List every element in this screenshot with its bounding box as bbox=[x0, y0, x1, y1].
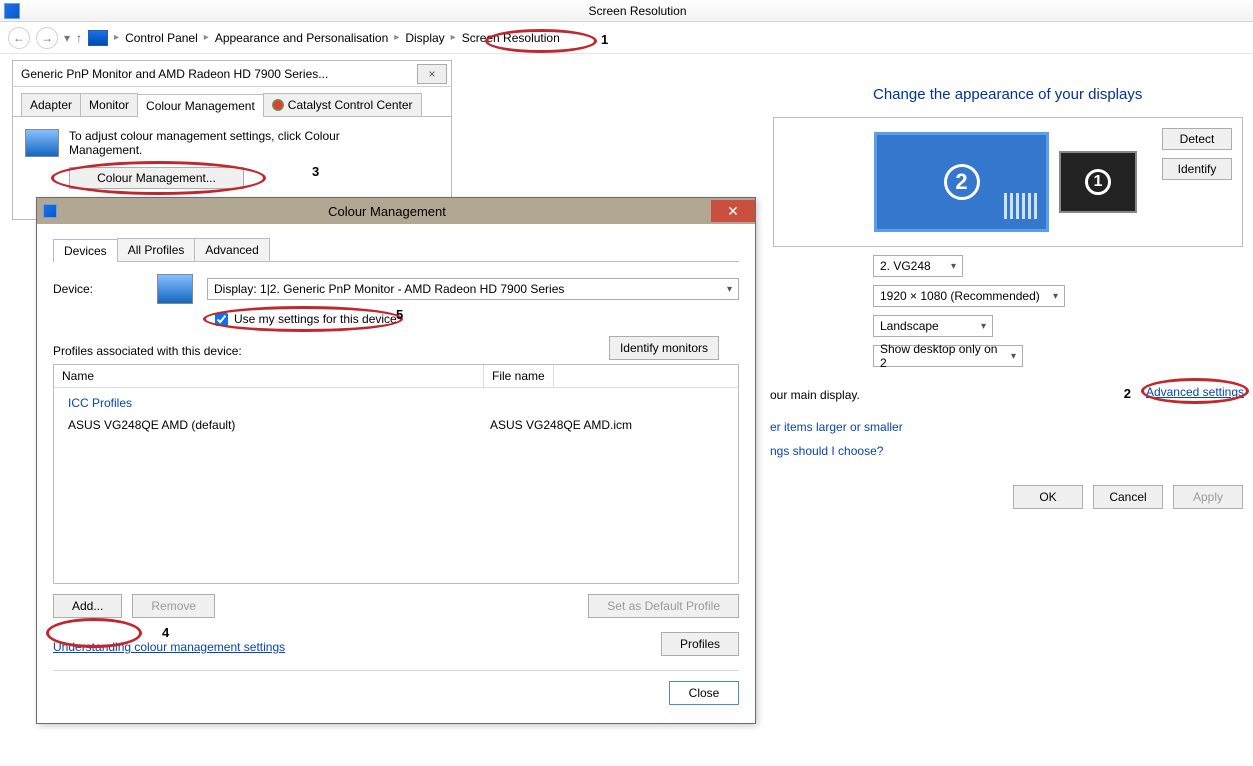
properties-title-text: Generic PnP Monitor and AMD Radeon HD 79… bbox=[21, 67, 417, 81]
add-button[interactable]: Add... bbox=[53, 594, 122, 618]
profiles-table[interactable]: Name File name ICC Profiles ASUS VG248QE… bbox=[53, 364, 739, 584]
remove-button: Remove bbox=[132, 594, 215, 618]
tab-adapter[interactable]: Adapter bbox=[21, 93, 81, 116]
crumb-appearance[interactable]: Appearance and Personalisation bbox=[215, 31, 388, 45]
chevron-icon: ▸ bbox=[204, 32, 209, 43]
forward-button[interactable]: → bbox=[36, 27, 58, 49]
tab-all-profiles[interactable]: All Profiles bbox=[117, 238, 196, 261]
annotation-3: 3 bbox=[312, 164, 319, 179]
advanced-settings-link[interactable]: Advanced settings bbox=[1146, 385, 1244, 399]
tab-catalyst[interactable]: Catalyst Control Center bbox=[263, 93, 422, 116]
monitor-thumbnail-2[interactable]: 2 bbox=[874, 132, 1049, 232]
properties-titlebar[interactable]: Generic PnP Monitor and AMD Radeon HD 79… bbox=[13, 61, 451, 87]
crumb-screen-resolution[interactable]: Screen Resolution bbox=[462, 31, 560, 45]
apply-button: Apply bbox=[1173, 485, 1243, 509]
device-label: Device: bbox=[53, 282, 143, 296]
properties-tabs: Adapter Monitor Colour Management Cataly… bbox=[13, 87, 451, 117]
tab-advanced[interactable]: Advanced bbox=[194, 238, 269, 261]
display-select[interactable]: 2. VG248 bbox=[873, 255, 963, 277]
annotation-1: 1 bbox=[601, 32, 608, 47]
annotation-4: 4 bbox=[162, 625, 169, 640]
cm-title-icon bbox=[43, 204, 57, 218]
use-my-settings-label: Use my settings for this device bbox=[234, 312, 397, 326]
identify-monitors-button[interactable]: Identify monitors bbox=[609, 336, 719, 360]
crumb-control-panel[interactable]: Control Panel bbox=[125, 31, 198, 45]
col-name[interactable]: Name bbox=[54, 365, 484, 387]
cm-tabs: Devices All Profiles Advanced bbox=[53, 238, 739, 262]
explorer-icon[interactable] bbox=[88, 30, 108, 46]
understanding-link[interactable]: Understanding colour management settings bbox=[53, 640, 285, 654]
back-button[interactable]: ← bbox=[8, 27, 30, 49]
truncated-main-display-text: our main display. bbox=[770, 388, 860, 402]
link-what-settings[interactable]: ngs should I choose? bbox=[770, 444, 883, 458]
device-icon bbox=[157, 274, 193, 304]
chevron-icon: ▸ bbox=[114, 32, 119, 43]
annotation-5: 5 bbox=[396, 307, 403, 322]
close-button[interactable]: Close bbox=[669, 681, 739, 705]
chevron-icon: ▸ bbox=[451, 32, 456, 43]
multiple-displays-select[interactable]: Show desktop only on 2 bbox=[873, 345, 1023, 367]
colour-management-dialog: Colour Management ✕ Devices All Profiles… bbox=[36, 197, 756, 724]
display-preview[interactable]: 2 1 Detect Identify bbox=[773, 117, 1243, 247]
ok-button[interactable]: OK bbox=[1013, 485, 1083, 509]
recent-dropdown-icon[interactable]: ▾ bbox=[64, 31, 70, 45]
profile-row[interactable]: ASUS VG248QE AMD (default) ASUS VG248QE … bbox=[54, 414, 738, 436]
detect-button[interactable]: Detect bbox=[1162, 128, 1232, 150]
window-title: Screen Resolution bbox=[26, 4, 1249, 18]
link-items-larger[interactable]: er items larger or smaller bbox=[770, 420, 903, 434]
crumb-display[interactable]: Display bbox=[405, 31, 444, 45]
profile-name: ASUS VG248QE AMD (default) bbox=[68, 418, 490, 432]
chevron-icon: ▸ bbox=[394, 32, 399, 43]
profile-actions: Add... Remove Set as Default Profile bbox=[53, 594, 739, 618]
profiles-button[interactable]: Profiles bbox=[661, 632, 739, 656]
cm-titlebar[interactable]: Colour Management ✕ bbox=[37, 198, 755, 224]
app-icon bbox=[4, 3, 20, 19]
page-heading: Change the appearance of your displays bbox=[873, 86, 1243, 103]
monitor-thumbnail-1[interactable]: 1 bbox=[1059, 151, 1137, 213]
catalyst-icon bbox=[272, 99, 284, 111]
tab-devices[interactable]: Devices bbox=[53, 239, 118, 262]
annotation-2: 2 bbox=[1124, 386, 1131, 401]
col-file[interactable]: File name bbox=[484, 365, 554, 387]
cm-close-button[interactable]: ✕ bbox=[711, 200, 755, 222]
orientation-select[interactable]: Landscape bbox=[873, 315, 993, 337]
cm-description: To adjust colour management settings, cl… bbox=[69, 129, 369, 157]
resolution-select[interactable]: 1920 × 1080 (Recommended) bbox=[873, 285, 1065, 307]
set-default-button: Set as Default Profile bbox=[588, 594, 739, 618]
close-button[interactable]: × bbox=[417, 64, 447, 84]
up-button[interactable]: ↑ bbox=[76, 31, 82, 45]
breadcrumb-bar: ← → ▾ ↑ ▸ Control Panel ▸ Appearance and… bbox=[0, 22, 1253, 54]
device-select[interactable]: Display: 1|2. Generic PnP Monitor - AMD … bbox=[207, 278, 739, 300]
cm-body: Devices All Profiles Advanced Device: Di… bbox=[37, 224, 755, 723]
tab-monitor[interactable]: Monitor bbox=[80, 93, 138, 116]
titlebar: Screen Resolution bbox=[0, 0, 1253, 22]
tab-colour-management[interactable]: Colour Management bbox=[137, 94, 264, 117]
dialog-buttons: OK Cancel Apply bbox=[1013, 485, 1243, 509]
identify-button[interactable]: Identify bbox=[1162, 158, 1232, 180]
profiles-header: Name File name bbox=[54, 365, 738, 388]
monitor-properties-window: Generic PnP Monitor and AMD Radeon HD 79… bbox=[12, 60, 452, 220]
use-my-settings-checkbox[interactable] bbox=[215, 313, 228, 326]
advanced-settings-link-wrap: Advanced settings bbox=[1146, 385, 1244, 399]
monitor-icon bbox=[25, 129, 59, 157]
colour-management-button[interactable]: Colour Management... bbox=[69, 167, 244, 189]
profile-group-icc: ICC Profiles bbox=[54, 392, 738, 414]
screen-resolution-panel: Change the appearance of your displays 2… bbox=[773, 54, 1253, 367]
cancel-button[interactable]: Cancel bbox=[1093, 485, 1163, 509]
profile-file: ASUS VG248QE AMD.icm bbox=[490, 418, 632, 432]
cm-title-text: Colour Management bbox=[63, 204, 711, 219]
